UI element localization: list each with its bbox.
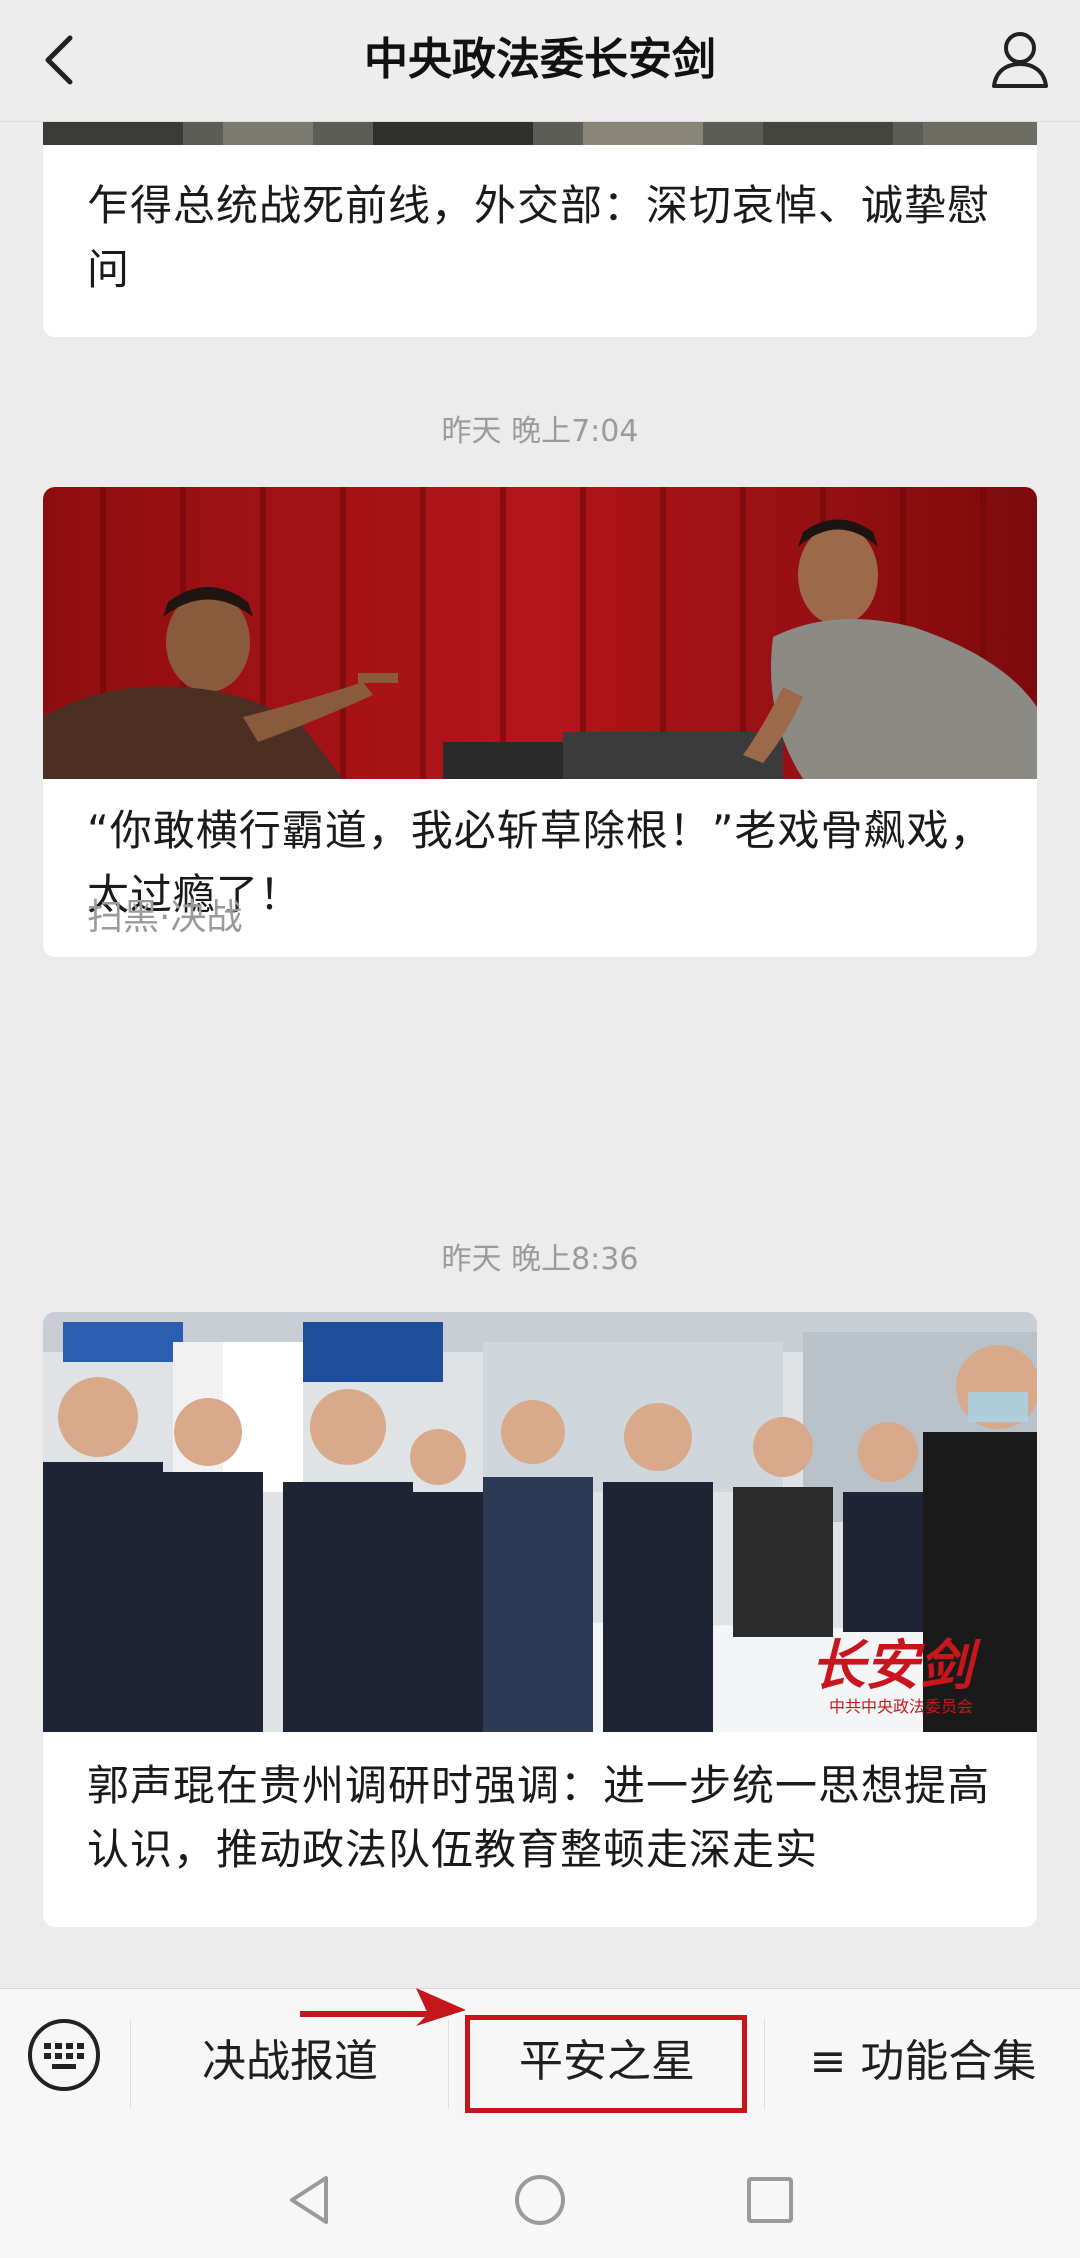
article-card[interactable]: 乍得总统战死前线，外交部：深切哀悼、诚挚慰问 [43, 122, 1037, 337]
article-photo: 长安剑 中共中央政法委员会 [43, 1312, 1037, 1732]
triangle-back-icon [290, 2176, 328, 2224]
square-recent-icon [747, 2177, 793, 2223]
keyboard-toggle-button[interactable] [26, 2017, 102, 2093]
menu-divider [130, 2019, 131, 2109]
system-navigation-bar [0, 2140, 1080, 2258]
top-nav-bar: 中央政法委长安剑 [0, 0, 1080, 122]
article-feed: 乍得总统战死前线，外交部：深切哀悼、诚挚慰问 昨天 晚上7:04 “你敢横行霸道… [0, 122, 1080, 1988]
system-back-button[interactable] [280, 2170, 340, 2230]
menu-divider [764, 2019, 765, 2109]
system-home-button[interactable] [510, 2170, 570, 2230]
article-photo [43, 487, 1037, 779]
article-photo [43, 122, 1037, 145]
menu-divider [448, 2019, 449, 2109]
highlight-annotation-box [465, 2015, 747, 2113]
timestamp: 昨天 晚上8:36 [441, 1242, 639, 1277]
page-title: 中央政法委长安剑 [364, 34, 716, 85]
menu-item-decisive-reports[interactable]: 决战报道 [135, 2017, 445, 2107]
timestamp: 昨天 晚上7:04 [441, 414, 639, 449]
menu-item-functions[interactable]: ≡ 功能合集 [766, 2017, 1080, 2107]
profile-button[interactable] [986, 26, 1054, 94]
user-icon [992, 32, 1048, 88]
article-card[interactable]: 长安剑 中共中央政法委员会 郭声琨在贵州调研时强调：进一步统一思想提高认识，推动… [43, 1312, 1037, 1927]
system-recent-apps-button[interactable] [740, 2170, 800, 2230]
watermark-logo: 长安剑 [811, 1636, 981, 1696]
watermark-sub: 中共中央政法委员会 [829, 1698, 973, 1716]
article-card[interactable]: “你敢横行霸道，我必斩草除根！”老戏骨飙戏，太过瘾了！ 扫黑·决战 [43, 487, 1037, 957]
article-title: 郭声琨在贵州调研时强调：进一步统一思想提高认识，推动政法队伍教育整顿走深走实 [87, 1761, 991, 1874]
keyboard-icon [28, 2019, 100, 2091]
article-title: 乍得总统战死前线，外交部：深切哀悼、诚挚慰问 [87, 181, 991, 294]
arrow-annotation-icon [298, 1966, 468, 2026]
article-source: 扫黑·决战 [87, 897, 243, 938]
circle-home-icon [515, 2175, 565, 2225]
